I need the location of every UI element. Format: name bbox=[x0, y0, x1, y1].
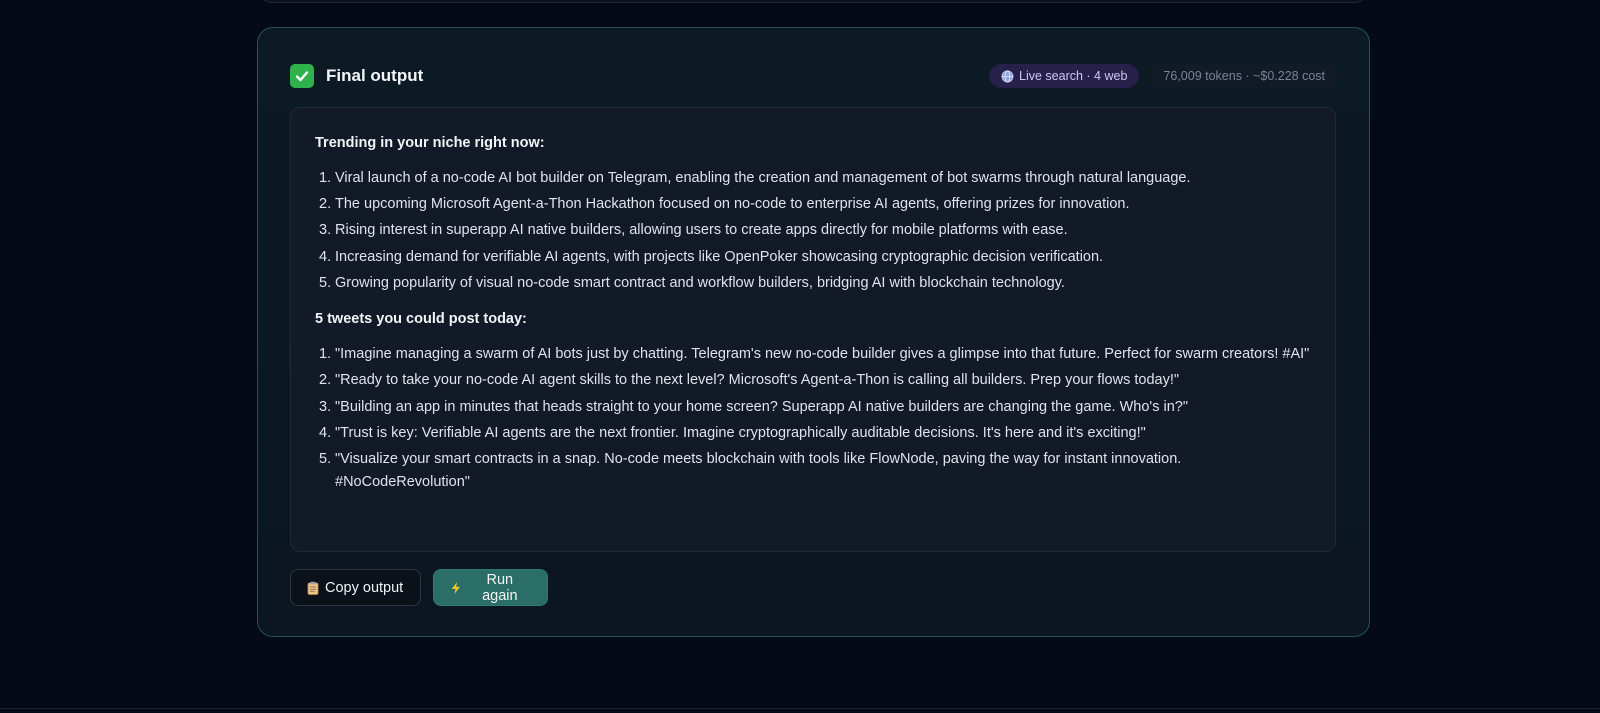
list-item: 5. "Visualize your smart contracts in a s… bbox=[319, 451, 1182, 490]
trends-heading: Trending in your niche right now: bbox=[315, 135, 545, 151]
list-item: 1. Viral launch of a no-code AI bot build… bbox=[319, 170, 1191, 186]
copy-output-label: Copy output bbox=[325, 579, 404, 596]
action-buttons: Copy output Run again bbox=[290, 569, 548, 606]
list-item: 4. Increasing demand for verifiable AI ag… bbox=[319, 248, 1104, 265]
list-item: 4. "Trust is key: Verifiable AI agents ar… bbox=[319, 424, 1146, 441]
live-search-badge: Live search · 4 web bbox=[989, 64, 1140, 88]
globe-icon bbox=[1001, 70, 1014, 82]
run-again-label: Run again bbox=[482, 571, 518, 604]
list-item: 1. "Imagine managing a swarm of AI bots j… bbox=[319, 346, 1310, 363]
card-header: Final output Live search · 4 web 76,009 … bbox=[290, 61, 1337, 91]
list-item: 2. The upcoming Microsoft Agent-a-Thon Ha… bbox=[319, 196, 1130, 213]
lightning-icon bbox=[451, 581, 460, 594]
list-item: 3. "Building an app in minutes that heads… bbox=[319, 398, 1188, 415]
previous-card-edge bbox=[257, 0, 1370, 3]
list-item: 5. Growing popularity of visual no-code s… bbox=[319, 274, 1065, 291]
list-item: 2. "Ready to take your no-code AI agent s… bbox=[319, 372, 1180, 389]
output-content: Trending in your niche right now: 1. Vira… bbox=[290, 107, 1336, 552]
tweets-heading: 5 tweets you could post today: bbox=[315, 311, 527, 328]
live-search-label: Live search · 4 web bbox=[1019, 69, 1128, 83]
run-again-button[interactable]: Run again bbox=[433, 569, 548, 606]
copy-output-button[interactable]: Copy output bbox=[290, 569, 421, 606]
final-output-card: Final output Live search · 4 web 76,009 … bbox=[257, 27, 1370, 637]
trends-list: 1. Viral launch of a no-code AI bot build… bbox=[315, 167, 1311, 294]
usage-badge: 76,009 tokens · ~$0.228 cost bbox=[1151, 64, 1337, 88]
clipboard-icon bbox=[307, 581, 319, 595]
header-badges: Live search · 4 web 76,009 tokens · ~$0.… bbox=[989, 64, 1337, 88]
card-title: Final output bbox=[326, 66, 424, 85]
footer-divider bbox=[0, 708, 1600, 709]
check-mark-icon bbox=[290, 64, 314, 88]
list-item: 3. Rising interest in superapp AI native … bbox=[319, 222, 1068, 239]
tweets-list: 1. "Imagine managing a swarm of AI bots j… bbox=[315, 343, 1311, 493]
